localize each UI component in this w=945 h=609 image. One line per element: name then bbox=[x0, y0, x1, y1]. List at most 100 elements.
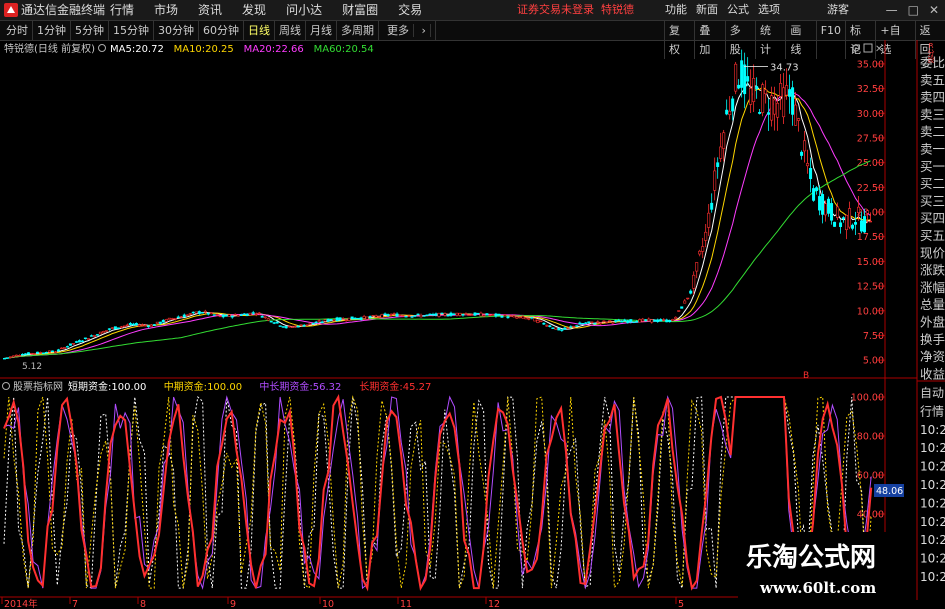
quote-field-label[interactable]: 卖五 bbox=[920, 72, 945, 87]
candle-body bbox=[644, 319, 648, 321]
menu-item[interactable]: 问小达 bbox=[286, 0, 322, 20]
menu-function[interactable]: 功能 bbox=[665, 0, 687, 20]
menu-guest[interactable]: 游客 bbox=[827, 0, 849, 20]
candle-body bbox=[98, 331, 102, 335]
candle-body bbox=[11, 355, 15, 358]
time-sales-label[interactable]: 10:2 bbox=[920, 533, 945, 547]
candle-body bbox=[530, 317, 534, 319]
candle-body bbox=[533, 318, 537, 322]
candle-body bbox=[425, 314, 429, 316]
quote-field-label[interactable]: 现价 bbox=[920, 245, 945, 260]
candle-body bbox=[848, 208, 852, 228]
candle-body bbox=[305, 324, 309, 326]
tab-15min[interactable]: 15分钟 bbox=[109, 21, 154, 40]
quote-field-label[interactable]: 换手 bbox=[920, 332, 945, 347]
candle-body bbox=[359, 317, 363, 320]
time-sales-label[interactable]: 自动 bbox=[920, 386, 944, 400]
panel-maximize-icon[interactable] bbox=[863, 43, 873, 53]
quote-field-label[interactable]: 买三 bbox=[920, 193, 945, 208]
candle-body bbox=[725, 109, 729, 115]
quote-field-label[interactable]: 涨跌 bbox=[920, 263, 945, 278]
login-status[interactable]: 证券交易未登录 bbox=[517, 3, 594, 16]
settings-icon[interactable] bbox=[98, 44, 106, 52]
time-sales-label[interactable]: 行情 bbox=[920, 404, 944, 418]
candle-body bbox=[107, 328, 111, 330]
tab-timeshare[interactable]: 分时 bbox=[2, 21, 33, 40]
tab-multi-period[interactable]: 多周期 bbox=[337, 21, 379, 40]
quote-field-label[interactable]: 收益 bbox=[920, 366, 945, 381]
quote-field-label[interactable]: 买五 bbox=[920, 228, 945, 243]
quote-field-label[interactable]: 总量 bbox=[920, 297, 945, 312]
candle-body bbox=[482, 314, 486, 317]
menu-item[interactable]: 交易 bbox=[398, 0, 422, 20]
candle-body bbox=[227, 314, 231, 317]
time-sales-label[interactable]: 10:2 bbox=[920, 496, 945, 510]
candle-body bbox=[59, 347, 63, 350]
tab-monthly[interactable]: 月线 bbox=[306, 21, 337, 40]
candle-body bbox=[689, 290, 693, 294]
candle-body bbox=[422, 315, 426, 317]
time-sales-label[interactable]: 10:2 bbox=[920, 423, 945, 437]
quote-field-label[interactable]: 涨幅 bbox=[920, 280, 945, 295]
time-sales-label[interactable]: 10:2 bbox=[920, 515, 945, 529]
candle-body bbox=[605, 321, 609, 324]
candle-body bbox=[68, 343, 72, 346]
quote-field-label[interactable]: 买一 bbox=[920, 159, 945, 174]
indicator-legend-item: 中长期资金:56.32 bbox=[259, 380, 341, 393]
candle-body bbox=[272, 322, 276, 324]
quote-field-label[interactable]: 净资 bbox=[920, 349, 945, 364]
menu-item[interactable]: 资讯 bbox=[198, 0, 222, 20]
candle-body bbox=[365, 316, 369, 320]
tab-weekly[interactable]: 周线 bbox=[275, 21, 306, 40]
candle-body bbox=[128, 323, 132, 326]
candle-body bbox=[695, 262, 699, 272]
candle-body bbox=[86, 338, 90, 340]
menu-options[interactable]: 选项 bbox=[758, 0, 780, 20]
candle-body bbox=[398, 314, 402, 317]
indicator-settings-icon[interactable] bbox=[2, 382, 10, 390]
quote-field-label[interactable]: 买二 bbox=[920, 176, 945, 191]
tab-5min[interactable]: 5分钟 bbox=[71, 21, 109, 40]
quote-field-label[interactable]: 卖三 bbox=[920, 107, 945, 122]
quote-field-label[interactable]: 卖二 bbox=[920, 124, 945, 139]
candle-body bbox=[509, 315, 513, 317]
tab-daily[interactable]: 日线 bbox=[244, 21, 275, 40]
candle-body bbox=[350, 316, 354, 320]
time-sales-label[interactable]: 10:2 bbox=[920, 460, 945, 474]
quote-field-label[interactable]: 卖四 bbox=[920, 90, 945, 105]
time-sales-label[interactable]: 10:2 bbox=[920, 478, 945, 492]
panel-settings-icon[interactable]: ⚙ bbox=[851, 42, 861, 55]
candle-body bbox=[8, 356, 12, 358]
quote-field-label[interactable]: 外盘 bbox=[920, 315, 945, 330]
time-sales-label[interactable]: 10:2 bbox=[920, 552, 945, 566]
chart-area[interactable]: 特锐德(日线 前复权) MA5:20.72 MA10:20.25 MA20:22.6… bbox=[0, 40, 945, 609]
ma-legend-item: MA5:20.72 bbox=[110, 44, 164, 55]
candle-body bbox=[341, 318, 345, 320]
tab-60min[interactable]: 60分钟 bbox=[199, 21, 244, 40]
close-icon[interactable]: ✕ bbox=[929, 0, 939, 20]
maximize-icon[interactable]: □ bbox=[908, 0, 919, 20]
menu-item[interactable]: 行情 bbox=[110, 0, 134, 20]
tab-1min[interactable]: 1分钟 bbox=[33, 21, 71, 40]
minimize-icon[interactable]: — bbox=[886, 0, 898, 20]
menu-item[interactable]: 市场 bbox=[154, 0, 178, 20]
time-sales-label[interactable]: 10:2 bbox=[920, 441, 945, 455]
menu-new-page[interactable]: 新面 bbox=[696, 0, 718, 20]
menu-item[interactable]: 发现 bbox=[242, 0, 266, 20]
tab-more[interactable]: 更多 › bbox=[379, 21, 436, 40]
menu-formula[interactable]: 公式 bbox=[727, 0, 749, 20]
panel-close-icon[interactable]: ✕ bbox=[875, 44, 883, 55]
candle-body bbox=[5, 357, 9, 359]
candle-body bbox=[167, 317, 171, 320]
tab-30min[interactable]: 30分钟 bbox=[154, 21, 199, 40]
quote-field-label[interactable]: 买四 bbox=[920, 211, 945, 226]
time-sales-label[interactable]: 10:2 bbox=[920, 570, 945, 584]
quote-field-label[interactable]: 委比 bbox=[920, 55, 945, 70]
quote-field-label[interactable]: 卖一 bbox=[920, 142, 945, 157]
menu-item[interactable]: 财富圈 bbox=[342, 0, 378, 20]
price-tick-label: 12.50 bbox=[857, 282, 884, 293]
candle-body bbox=[851, 224, 855, 229]
period-toolbar: 分时 1分钟 5分钟 15分钟 30分钟 60分钟 日线 周线 月线 多周期 更… bbox=[0, 21, 945, 59]
price-tick-label: 32.50 bbox=[857, 84, 884, 95]
candle-body bbox=[278, 325, 282, 327]
